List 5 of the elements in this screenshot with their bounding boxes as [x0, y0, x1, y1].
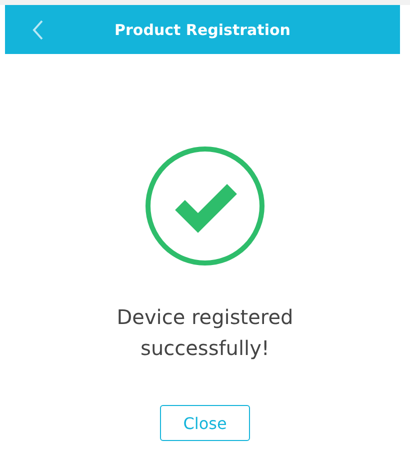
page-title: Product Registration — [114, 20, 290, 38]
back-icon[interactable] — [32, 20, 44, 40]
success-message: Device registered successfully! — [116, 304, 294, 362]
close-button[interactable]: Close — [160, 405, 250, 441]
checkmark-circle-icon — [144, 145, 266, 267]
